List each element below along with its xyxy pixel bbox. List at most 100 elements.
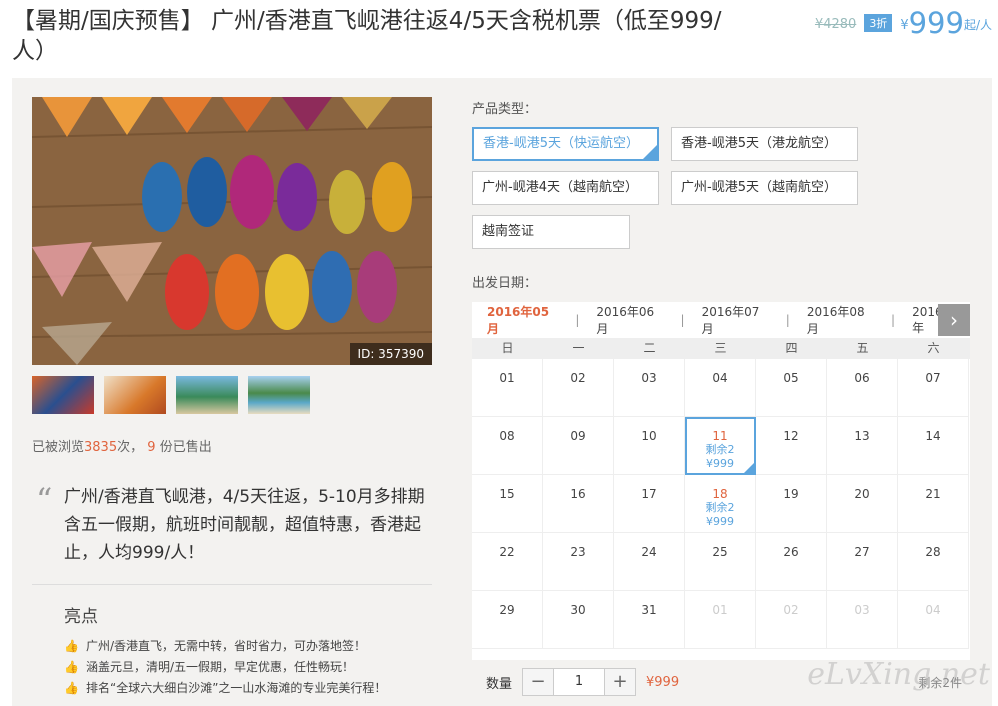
calendar-day: 31 (614, 591, 685, 649)
day-number: 12 (783, 429, 799, 443)
day-number: 23 (570, 545, 586, 559)
day-number: 19 (783, 487, 799, 501)
day-number: 10 (641, 429, 657, 443)
calendar-day: 04 (898, 591, 969, 649)
day-number: 22 (499, 545, 515, 559)
quantity-input[interactable]: 1 (553, 669, 606, 695)
month-tabs: 2016年05月 | 2016年06月 | 2016年07月 | 2016年08月 | … (472, 302, 970, 338)
calendar-day: 20 (827, 475, 898, 533)
weekday-label: 三 (714, 341, 727, 355)
product-option-hk-5d-express[interactable]: 香港-岘港5天（快运航空） ✓ (472, 127, 659, 161)
calendar-day: 01 (472, 359, 543, 417)
day-number: 02 (570, 371, 586, 385)
sold-suffix: 份已售出 (159, 440, 212, 455)
thumbnail-food[interactable] (104, 376, 166, 414)
calendar-day: 09 (543, 417, 614, 475)
weekday-label: 四 (785, 341, 798, 355)
weekday-label: 一 (572, 341, 585, 355)
day-number: 18 (712, 487, 728, 501)
original-price: ¥4280 (814, 17, 857, 32)
day-number: 20 (854, 487, 870, 501)
divider: | (785, 313, 790, 327)
day-number: 31 (641, 603, 657, 617)
calendar-day: 05 (756, 359, 827, 417)
calendar-day: 14 (898, 417, 969, 475)
day-number: 01 (712, 603, 728, 617)
calendar-day: 12 (756, 417, 827, 475)
next-month-button[interactable]: › (938, 304, 970, 336)
calendar-day: 23 (543, 533, 614, 591)
calendar-day: 08 (472, 417, 543, 475)
highlight-text: 排名“全球六大细白沙滩”之一山水海滩的专业完美行程！ (86, 681, 387, 695)
calendar-day: 16 (543, 475, 614, 533)
tab-month-2[interactable]: 2016年06月 (596, 303, 663, 337)
calendar-day[interactable]: 18 剩余2 ¥999 (685, 475, 756, 533)
day-price: ¥999 (706, 515, 734, 528)
highlight-text: 涵盖元旦，清明/五一假期，早定优惠，任性畅玩！ (86, 660, 355, 674)
divider: | (575, 313, 580, 327)
quote-icon: “ (36, 481, 53, 519)
tab-month-1[interactable]: 2016年05月 (487, 303, 558, 337)
thumbs-up-icon: 👍 (64, 639, 79, 653)
calendar-day[interactable]: 11 剩余2 ¥999 (685, 417, 756, 475)
selected-corner (743, 462, 755, 474)
highlights-title: 亮点 (64, 607, 98, 627)
day-number: 28 (925, 545, 941, 559)
thumbnail-boat[interactable] (176, 376, 238, 414)
decrease-button[interactable]: − (523, 669, 554, 695)
increase-button[interactable]: + (605, 669, 636, 695)
day-number: 30 (570, 603, 586, 617)
check-icon: ✓ (648, 142, 656, 152)
weekday-label: 六 (927, 341, 940, 355)
day-number: 15 (499, 487, 515, 501)
price-currency: ¥ (900, 18, 909, 33)
day-number: 16 (570, 487, 586, 501)
thumbs-up-icon: 👍 (64, 660, 79, 674)
quantity-row: 数量 − 1 + ¥999 (472, 668, 679, 696)
price-unit: 起/人 (963, 18, 992, 32)
tab-month-3[interactable]: 2016年07月 (702, 303, 769, 337)
view-stats: 已被浏览3835次， 9 份已售出 (32, 436, 212, 455)
calendar-grid: 01 02 03 04 05 06 07 08 09 10 11 剩余2 ¥999 12 13 14 15 16 1… (472, 359, 970, 649)
option-label: 香港-岘港5天（快运航空） (483, 136, 639, 151)
weekday-label: 日 (501, 341, 514, 355)
thumbnail-beach[interactable] (248, 376, 310, 414)
option-label: 广州-岘港5天（越南航空） (681, 180, 837, 195)
current-price: 999 (908, 6, 964, 40)
day-number: 11 (712, 429, 728, 443)
day-number: 27 (854, 545, 870, 559)
list-item: 👍 排名“全球六大细白沙滩”之一山水海滩的专业完美行程！ (64, 678, 386, 699)
calendar-day: 10 (614, 417, 685, 475)
calendar-day: 30 (543, 591, 614, 649)
calendar-day: 21 (898, 475, 969, 533)
main-photo[interactable]: ID: 357390 (32, 97, 432, 365)
sold-count: 9 (147, 440, 156, 455)
tab-month-4[interactable]: 2016年08月 (807, 303, 874, 337)
highlight-text: 广州/香港直飞，无需中转，省时省力，可办落地签！ (86, 639, 367, 653)
list-item: 👍 涵盖元旦，清明/五一假期，早定优惠，任性畅玩！ (64, 657, 386, 678)
calendar-day: 17 (614, 475, 685, 533)
weekday-label: 二 (643, 341, 656, 355)
day-number: 08 (499, 429, 515, 443)
calendar-day: 26 (756, 533, 827, 591)
day-number: 02 (783, 603, 799, 617)
calendar-day: 19 (756, 475, 827, 533)
product-option-visa[interactable]: 越南签证 (472, 215, 630, 249)
lanterns-image (32, 97, 432, 365)
watermark: eLvXing.net (807, 657, 990, 692)
day-number: 17 (641, 487, 657, 501)
thumbnail-lanterns[interactable] (32, 376, 94, 414)
calendar-day: 15 (472, 475, 543, 533)
photo-id-label: ID: 357390 (349, 343, 432, 365)
day-remaining: 剩余2 (705, 443, 735, 456)
product-option-hk-5d-dragon[interactable]: 香港-岘港5天（港龙航空） (671, 127, 858, 161)
thumbs-up-icon: 👍 (64, 681, 79, 695)
day-number: 29 (499, 603, 515, 617)
product-option-gz-5d[interactable]: 广州-岘港5天（越南航空） (671, 171, 858, 205)
quantity-label: 数量 (486, 676, 513, 692)
day-number: 13 (854, 429, 870, 443)
day-number: 03 (854, 603, 870, 617)
list-item: 👍 广州/香港直飞，无需中转，省时省力，可办落地签！ (64, 636, 386, 657)
option-label: 越南签证 (482, 224, 535, 239)
product-option-gz-4d[interactable]: 广州-岘港4天（越南航空） (472, 171, 659, 205)
